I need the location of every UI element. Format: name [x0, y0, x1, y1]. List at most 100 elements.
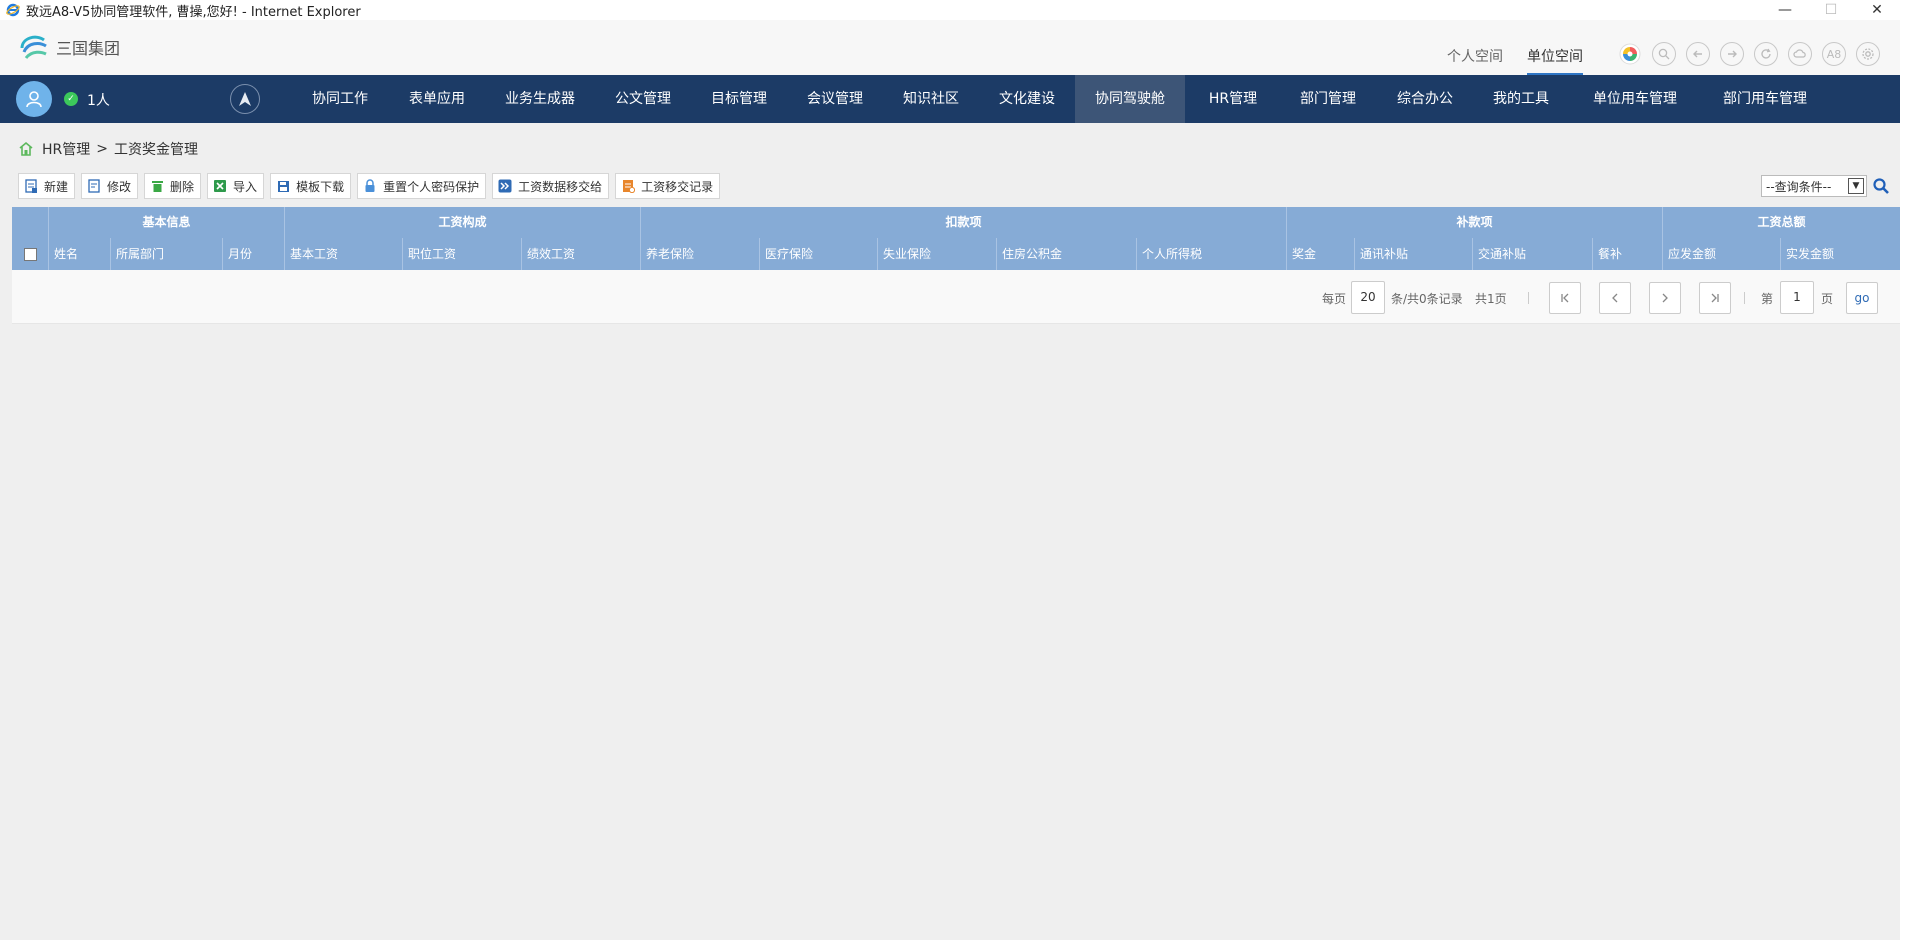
query-condition-select[interactable]: --查询条件-- ▼	[1761, 175, 1867, 197]
col-transport-allowance[interactable]: 交通补贴	[1472, 238, 1592, 270]
breadcrumb: HR管理 > 工资奖金管理	[18, 139, 198, 159]
col-name[interactable]: 姓名	[48, 238, 110, 270]
color-wheel-icon[interactable]	[1618, 42, 1642, 66]
transfer-data-button[interactable]: 工资数据移交给	[492, 173, 610, 199]
delete-button-label: 删除	[170, 179, 195, 194]
edit-icon	[87, 179, 101, 193]
nav-item-meeting-mgmt[interactable]: 会议管理	[790, 75, 880, 123]
nav-item-dept-vehicle[interactable]: 部门用车管理	[1710, 75, 1820, 123]
reset-password-button[interactable]: 重置个人密码保护	[357, 173, 487, 199]
header-tools: A8	[1618, 42, 1890, 66]
nav-item-office[interactable]: 综合办公	[1380, 75, 1470, 123]
save-icon	[276, 179, 290, 193]
col-gross-pay[interactable]: 应发金额	[1662, 238, 1780, 270]
page-number-input[interactable]: 1	[1780, 281, 1814, 314]
tab-unit-space[interactable]: 单位空间	[1527, 46, 1583, 76]
reset-password-label: 重置个人密码保护	[383, 179, 480, 194]
delete-button[interactable]: 删除	[144, 173, 202, 199]
user-icon	[26, 91, 42, 108]
next-page-button[interactable]	[1649, 282, 1681, 314]
edit-button-label: 修改	[107, 179, 132, 194]
prev-page-button[interactable]	[1599, 282, 1631, 314]
import-button[interactable]: 导入	[207, 173, 265, 199]
select-all-checkbox[interactable]	[24, 248, 37, 261]
template-download-label: 模板下载	[296, 179, 345, 194]
transfer-data-label: 工资数据移交给	[518, 179, 603, 194]
nav-item-target-mgmt[interactable]: 目标管理	[694, 75, 784, 123]
nav-item-unit-vehicle[interactable]: 单位用车管理	[1580, 75, 1690, 123]
transfer-record-label: 工资移交记录	[641, 179, 714, 194]
last-page-icon	[1711, 293, 1719, 303]
col-bonus[interactable]: 奖金	[1286, 238, 1354, 270]
pager-divider	[1744, 292, 1745, 304]
search-icon[interactable]	[1872, 177, 1890, 195]
col-communication-allowance[interactable]: 通讯补贴	[1354, 238, 1472, 270]
window-title: 致远A8-V5协同管理软件, 曹操,您好! - Internet Explore…	[26, 4, 361, 20]
nav-item-form-apps[interactable]: 表单应用	[392, 75, 482, 123]
lock-icon	[363, 179, 377, 193]
logo-bar: 三国集团 个人空间 单位空间 A8	[0, 20, 1900, 76]
breadcrumb-current: 工资奖金管理	[114, 142, 198, 158]
col-unemployment[interactable]: 失业保险	[877, 238, 996, 270]
page-label-post: 页	[1821, 292, 1834, 306]
main-content: HR管理 > 工资奖金管理 新建 修改 删除 导入 模板下载 重置个人密码保护	[0, 123, 1900, 940]
nav-item-hr[interactable]: HR管理	[1188, 75, 1278, 123]
settings-icon[interactable]	[1856, 42, 1880, 66]
user-avatar[interactable]	[16, 81, 52, 117]
cloud-icon[interactable]	[1788, 42, 1812, 66]
maximize-button[interactable]: ☐	[1816, 0, 1846, 20]
go-button[interactable]: go	[1846, 282, 1878, 314]
new-button[interactable]: 新建	[18, 173, 76, 199]
transfer-icon	[498, 179, 512, 193]
grid-column-header: 姓名 所属部门 月份 基本工资 职位工资 绩效工资 养老保险 医疗保险 失业保险…	[12, 238, 1900, 270]
home-icon[interactable]	[18, 141, 34, 157]
nav-item-cockpit[interactable]: 协同驾驶舱	[1075, 75, 1185, 123]
col-performance-salary[interactable]: 绩效工资	[521, 238, 640, 270]
last-page-button[interactable]	[1699, 282, 1731, 314]
col-income-tax[interactable]: 个人所得税	[1136, 238, 1286, 270]
transfer-record-button[interactable]: 工资移交记录	[615, 173, 721, 199]
nav-item-culture[interactable]: 文化建设	[982, 75, 1072, 123]
breadcrumb-root[interactable]: HR管理	[42, 139, 90, 159]
search-icon[interactable]	[1652, 42, 1676, 66]
per-page-input[interactable]: 20	[1351, 281, 1385, 314]
nav-item-knowledge[interactable]: 知识社区	[886, 75, 976, 123]
forward-icon[interactable]	[1720, 42, 1744, 66]
col-pension[interactable]: 养老保险	[640, 238, 759, 270]
nav-item-department[interactable]: 部门管理	[1283, 75, 1373, 123]
nav-item-document-mgmt[interactable]: 公文管理	[598, 75, 688, 123]
total-pages-label: 共1页	[1475, 292, 1507, 306]
chevron-left-icon	[1612, 293, 1618, 303]
online-status-icon: ✓	[64, 92, 78, 106]
window-right-edge	[1900, 20, 1909, 940]
font-icon[interactable]: A8	[1822, 42, 1846, 66]
navigation-arrow-icon[interactable]	[230, 84, 260, 114]
col-meal-allowance[interactable]: 餐补	[1592, 238, 1662, 270]
chevron-down-icon[interactable]: ▼	[1848, 178, 1864, 194]
grid-group-total: 工资总额	[1662, 207, 1900, 238]
online-count[interactable]: 1人	[87, 90, 110, 110]
nav-item-my-tools[interactable]: 我的工具	[1476, 75, 1566, 123]
col-department[interactable]: 所属部门	[110, 238, 222, 270]
col-month[interactable]: 月份	[222, 238, 284, 270]
refresh-icon[interactable]	[1754, 42, 1778, 66]
close-button[interactable]: ✕	[1862, 0, 1892, 20]
first-page-button[interactable]	[1549, 282, 1581, 314]
edit-button[interactable]: 修改	[81, 173, 139, 199]
company-logo[interactable]: 三国集团	[18, 32, 120, 62]
nav-item-collaboration[interactable]: 协同工作	[295, 75, 385, 123]
col-medical[interactable]: 医疗保险	[759, 238, 877, 270]
back-icon[interactable]	[1686, 42, 1710, 66]
col-net-pay[interactable]: 实发金额	[1780, 238, 1900, 270]
col-position-salary[interactable]: 职位工资	[402, 238, 521, 270]
col-base-salary[interactable]: 基本工资	[284, 238, 402, 270]
col-housing-fund[interactable]: 住房公积金	[996, 238, 1136, 270]
page-label-pre: 第	[1761, 292, 1774, 306]
grid-group-header: 基本信息 工资构成 扣款项 补款项 工资总额	[12, 207, 1900, 238]
tab-personal-space[interactable]: 个人空间	[1447, 46, 1503, 76]
grid-group-deductions: 扣款项	[640, 207, 1286, 238]
nav-item-business-generator[interactable]: 业务生成器	[490, 75, 590, 123]
new-icon	[24, 179, 38, 193]
template-download-button[interactable]: 模板下载	[270, 173, 352, 199]
minimize-button[interactable]: —	[1770, 0, 1800, 20]
